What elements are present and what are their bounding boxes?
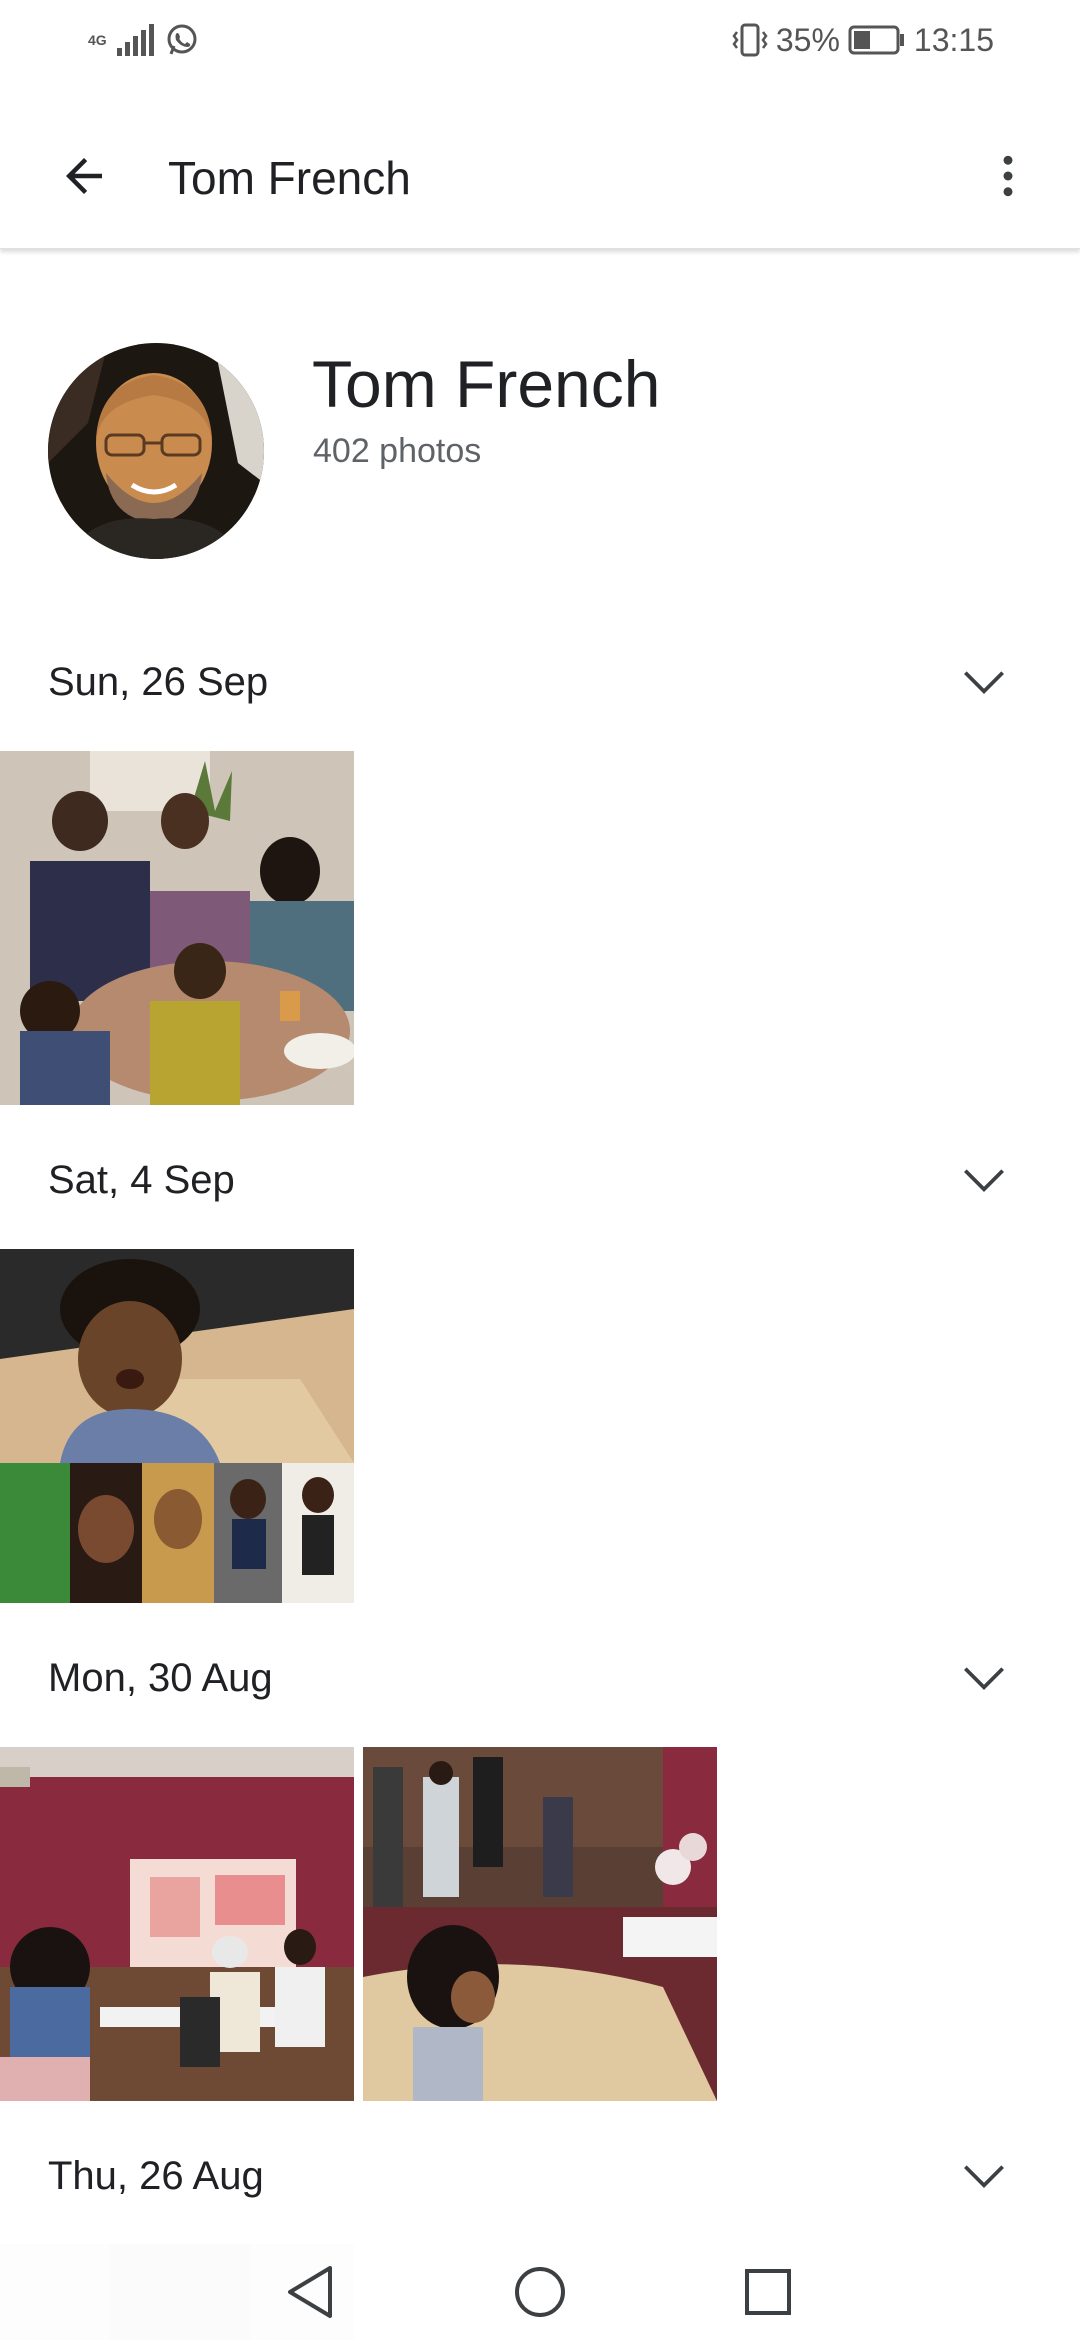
chevron-down-icon: [964, 671, 1004, 694]
whatsapp-icon: [167, 24, 197, 55]
date-label: Mon, 30 Aug: [48, 1656, 273, 1700]
signal-icon: [116, 24, 154, 56]
app-bar-title: Tom French: [168, 152, 411, 204]
expand-button[interactable]: [940, 646, 1028, 718]
date-header: Sat, 4 Sep: [0, 1130, 1080, 1230]
avatar-photo: [48, 343, 264, 559]
nav-home-button[interactable]: [495, 2254, 585, 2330]
home-circle-icon: [515, 2267, 565, 2317]
more-options-button[interactable]: [966, 134, 1050, 218]
network-type: 4G: [88, 32, 107, 48]
battery-icon: [848, 25, 904, 55]
more-vert-icon: [1003, 155, 1013, 197]
nav-recents-button[interactable]: [723, 2254, 813, 2330]
clock: 13:15: [913, 21, 994, 58]
nav-back-button[interactable]: [264, 2254, 354, 2330]
date-label: Sun, 26 Sep: [48, 660, 269, 704]
date-header: Mon, 30 Aug: [0, 1628, 1080, 1728]
vibrate-icon: [732, 23, 768, 57]
chevron-down-icon: [964, 1169, 1004, 1192]
status-right: 35% 13:15: [732, 18, 994, 62]
back-triangle-icon: [288, 2266, 332, 2318]
expand-button[interactable]: [940, 2140, 1028, 2212]
app-bar: [0, 80, 1080, 249]
back-arrow-icon: [66, 158, 102, 194]
recents-square-icon: [745, 2269, 791, 2315]
back-button[interactable]: [42, 134, 126, 218]
date-header: Sun, 26 Sep: [0, 632, 1080, 732]
expand-button[interactable]: [940, 1144, 1028, 1216]
status-left: 4G: [88, 20, 199, 60]
photo-thumbnail[interactable]: [0, 751, 354, 1105]
date-label: Sat, 4 Sep: [48, 1158, 235, 1202]
screen: 4G 35% 13:15 Tom French Tom French 402 p…: [0, 0, 1080, 2340]
photo-thumbnail[interactable]: [363, 1747, 717, 2101]
avatar[interactable]: [48, 343, 264, 559]
chevron-down-icon: [964, 1667, 1004, 1690]
expand-button[interactable]: [940, 1642, 1028, 1714]
photo-thumbnail[interactable]: [0, 1249, 354, 1603]
profile-name[interactable]: Tom French: [312, 348, 660, 420]
chevron-down-icon: [964, 2165, 1004, 2188]
date-label: Thu, 26 Aug: [48, 2154, 264, 2198]
date-header: Thu, 26 Aug: [0, 2126, 1080, 2226]
status-bar: 4G 35% 13:15: [0, 0, 1080, 80]
photo-thumbnail[interactable]: [0, 1747, 354, 2101]
photo-count: 402 photos: [313, 432, 482, 470]
battery-percent: 35%: [775, 21, 840, 58]
